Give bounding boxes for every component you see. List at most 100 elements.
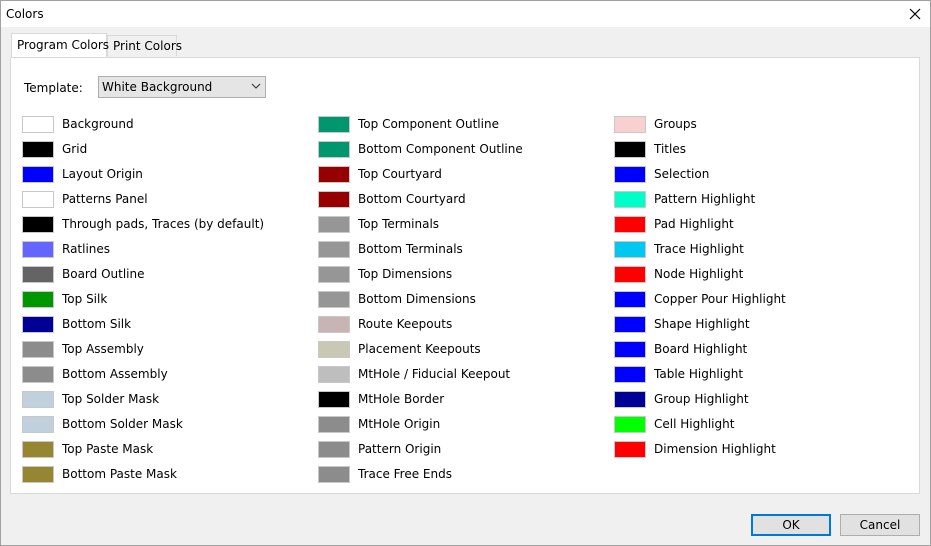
color-label: Bottom Terminals (358, 242, 463, 256)
color-swatch[interactable] (22, 191, 54, 208)
color-swatch[interactable] (22, 266, 54, 283)
tab-program-colors[interactable]: Program Colors (11, 33, 110, 57)
color-swatch[interactable] (318, 116, 350, 133)
color-swatch[interactable] (318, 291, 350, 308)
color-swatch[interactable] (22, 316, 54, 333)
color-label: MtHole Border (358, 392, 445, 406)
color-label: Bottom Courtyard (358, 192, 466, 206)
color-label: Through pads, Traces (by default) (62, 217, 265, 231)
color-swatch[interactable] (614, 216, 646, 233)
ok-button[interactable]: OK (751, 514, 831, 536)
color-label: Layout Origin (62, 167, 143, 181)
color-swatch[interactable] (614, 441, 646, 458)
color-swatch[interactable] (614, 391, 646, 408)
tab-label: Print Colors (113, 39, 182, 53)
color-swatch[interactable] (318, 266, 350, 283)
color-label: Bottom Paste Mask (62, 467, 177, 481)
cancel-button[interactable]: Cancel (840, 514, 920, 536)
color-swatch[interactable] (22, 391, 54, 408)
title-bar: Colors (1, 1, 930, 27)
color-swatch[interactable] (22, 341, 54, 358)
color-label: Bottom Assembly (62, 367, 168, 381)
color-swatch[interactable] (318, 316, 350, 333)
color-label: Ratlines (62, 242, 111, 256)
color-label: Copper Pour Highlight (654, 292, 786, 306)
color-swatch[interactable] (614, 191, 646, 208)
color-swatch[interactable] (22, 116, 54, 133)
color-label: Top Solder Mask (62, 392, 160, 406)
color-label: Top Terminals (358, 217, 440, 231)
color-swatch[interactable] (318, 466, 350, 483)
color-swatch[interactable] (614, 241, 646, 258)
color-label: Shape Highlight (654, 317, 750, 331)
color-swatch[interactable] (614, 291, 646, 308)
close-icon (909, 8, 921, 20)
template-value: White Background (102, 80, 213, 94)
tab-label: Program Colors (17, 38, 110, 52)
color-label: Route Keepouts (358, 317, 453, 331)
color-label: Top Assembly (62, 342, 144, 356)
color-swatch[interactable] (318, 341, 350, 358)
color-label: Board Highlight (654, 342, 748, 356)
color-label: Patterns Panel (62, 192, 148, 206)
color-swatch[interactable] (22, 366, 54, 383)
color-label: Groups (654, 117, 697, 131)
color-label: Trace Highlight (654, 242, 744, 256)
color-label: Top Dimensions (358, 267, 453, 281)
color-swatch[interactable] (318, 191, 350, 208)
color-label: Node Highlight (654, 267, 744, 281)
color-label: Group Highlight (654, 392, 749, 406)
color-swatch[interactable] (22, 291, 54, 308)
color-swatch[interactable] (318, 241, 350, 258)
color-swatch[interactable] (318, 141, 350, 158)
color-swatch[interactable] (22, 166, 54, 183)
color-swatch[interactable] (614, 266, 646, 283)
color-label: Selection (654, 167, 710, 181)
color-label: Dimension Highlight (654, 442, 776, 456)
color-swatch[interactable] (318, 216, 350, 233)
color-swatch[interactable] (318, 366, 350, 383)
template-label: Template: (24, 81, 83, 95)
template-select[interactable]: White Background (98, 76, 266, 98)
chevron-down-icon (251, 83, 261, 89)
color-label: Grid (62, 142, 88, 156)
color-swatch[interactable] (614, 316, 646, 333)
color-label: Titles (654, 142, 686, 156)
color-label: Table Highlight (654, 367, 744, 381)
color-label: Top Paste Mask (62, 442, 154, 456)
color-swatch[interactable] (22, 416, 54, 433)
color-swatch[interactable] (22, 466, 54, 483)
color-swatch[interactable] (22, 141, 54, 158)
color-label: Placement Keepouts (358, 342, 481, 356)
color-swatch[interactable] (614, 116, 646, 133)
color-label: Top Courtyard (358, 167, 442, 181)
color-swatch[interactable] (22, 216, 54, 233)
color-label: Bottom Silk (62, 317, 132, 331)
color-label: Top Component Outline (358, 117, 499, 131)
colors-dialog: Colors Program Colors Print Colors Templ… (0, 0, 931, 546)
color-swatch[interactable] (614, 366, 646, 383)
color-swatch[interactable] (614, 341, 646, 358)
color-swatch[interactable] (318, 416, 350, 433)
window-title: Colors (6, 7, 44, 21)
color-label: Bottom Solder Mask (62, 417, 183, 431)
color-label: MtHole / Fiducial Keepout (358, 367, 511, 381)
close-button[interactable] (900, 1, 930, 27)
cancel-label: Cancel (859, 518, 901, 532)
color-label: Trace Free Ends (358, 467, 452, 481)
color-swatch[interactable] (318, 166, 350, 183)
color-label: Bottom Component Outline (358, 142, 523, 156)
color-label: MtHole Origin (358, 417, 441, 431)
tab-print-colors[interactable]: Print Colors (107, 35, 182, 56)
color-swatch[interactable] (318, 441, 350, 458)
color-label: Board Outline (62, 267, 145, 281)
color-label: Pattern Origin (358, 442, 442, 456)
color-label: Cell Highlight (654, 417, 735, 431)
color-swatch[interactable] (614, 141, 646, 158)
color-swatch[interactable] (318, 391, 350, 408)
color-swatch[interactable] (614, 166, 646, 183)
color-swatch[interactable] (22, 441, 54, 458)
ok-label: OK (782, 518, 800, 532)
color-swatch[interactable] (22, 241, 54, 258)
color-swatch[interactable] (614, 416, 646, 433)
